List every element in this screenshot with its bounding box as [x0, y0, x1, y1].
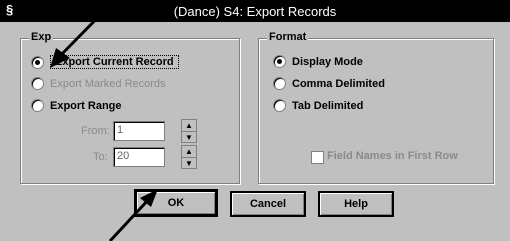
export-marked-records-label: Export Marked Records — [50, 77, 166, 90]
from-label: From: — [81, 125, 110, 137]
tab-delimited-label: Tab Delimited — [292, 99, 364, 112]
radio-button[interactable] — [31, 99, 44, 112]
from-value: 1 — [117, 124, 124, 136]
to-spinner[interactable]: ▲ ▼ — [181, 145, 197, 169]
comma-delimited-radio[interactable]: Comma Delimited — [273, 77, 385, 90]
window-title: (Dance) S4: Export Records — [173, 4, 337, 19]
spin-up-icon[interactable]: ▲ — [182, 120, 196, 132]
export-group: Exp Export Current Record Export Marked … — [20, 31, 240, 184]
tab-delimited-radio[interactable]: Tab Delimited — [273, 99, 363, 112]
export-current-record-radio[interactable]: Export Current Record — [31, 55, 179, 69]
radio-button — [31, 77, 44, 90]
radio-button[interactable] — [273, 99, 286, 112]
from-field[interactable]: 1 — [113, 121, 165, 141]
radio-button[interactable] — [273, 77, 286, 90]
export-current-record-label: Export Current Record — [50, 55, 179, 69]
ok-button[interactable]: OK — [134, 189, 218, 217]
comma-delimited-label: Comma Delimited — [292, 77, 385, 90]
title-bar: § (Dance) S4: Export Records — [0, 0, 510, 22]
display-mode-radio[interactable]: Display Mode — [273, 55, 363, 68]
format-group-title: Format — [267, 31, 309, 43]
field-names-checkbox — [311, 151, 324, 164]
format-group: Format Display Mode Comma Delimited Tab … — [258, 31, 494, 184]
export-group-title: Exp — [29, 31, 54, 43]
export-range-label: Export Range — [50, 99, 122, 112]
field-names-label: Field Names in First Row — [327, 150, 458, 162]
to-value: 20 — [117, 150, 130, 162]
display-mode-label: Display Mode — [292, 55, 363, 68]
spin-up-icon[interactable]: ▲ — [182, 146, 196, 158]
export-records-dialog: Exp Export Current Record Export Marked … — [0, 22, 510, 241]
radio-button[interactable] — [31, 55, 44, 69]
to-field[interactable]: 20 — [113, 147, 165, 167]
from-spinner[interactable]: ▲ ▼ — [181, 119, 197, 143]
help-button[interactable]: Help — [318, 191, 394, 217]
spin-down-icon[interactable]: ▼ — [182, 132, 196, 143]
radio-button[interactable] — [273, 55, 286, 68]
export-range-radio[interactable]: Export Range — [31, 99, 122, 112]
cancel-button[interactable]: Cancel — [230, 191, 306, 217]
export-marked-records-radio: Export Marked Records — [31, 77, 166, 90]
to-label: To: — [93, 151, 108, 163]
spin-down-icon[interactable]: ▼ — [182, 158, 196, 169]
